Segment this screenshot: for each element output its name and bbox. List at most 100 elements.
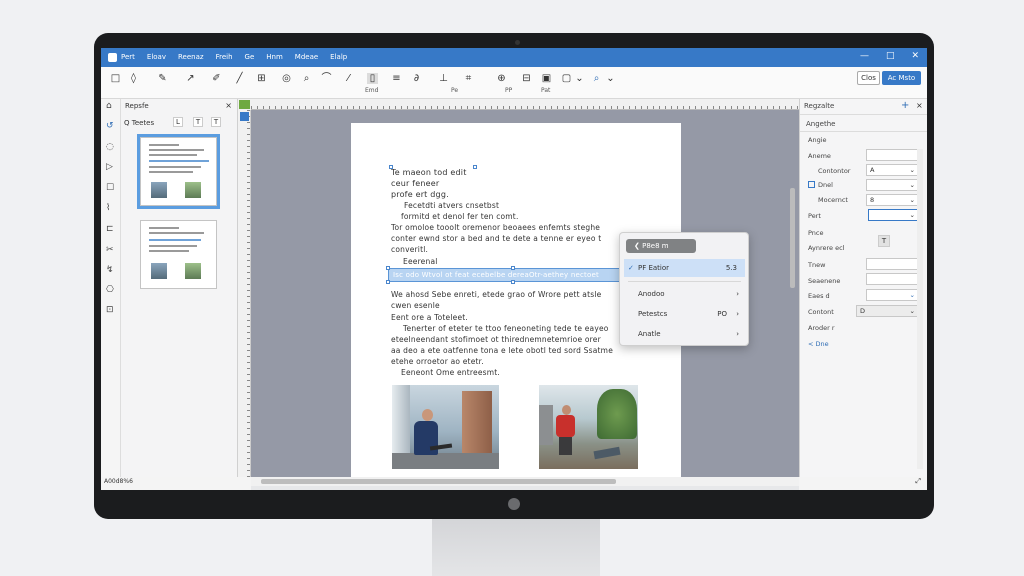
curve-icon[interactable]: ⌒ xyxy=(321,73,332,84)
scroll-thumb[interactable] xyxy=(261,479,616,484)
selection-handle[interactable] xyxy=(386,280,390,284)
primary-action-button[interactable]: Ac Msto xyxy=(882,71,921,85)
back-link[interactable]: < Dne xyxy=(808,340,829,348)
thumbnail-tool[interactable]: T xyxy=(193,117,203,127)
doc-text[interactable]: etehe orroetor ao etetr. xyxy=(391,357,484,366)
doc-text[interactable]: aa deo a ete oatfenne tona e lete obotl … xyxy=(391,346,613,355)
selection-handle[interactable] xyxy=(389,165,393,169)
draw-rail-icon[interactable]: ↯ xyxy=(106,265,116,275)
pages-icon[interactable]: ⌂ xyxy=(106,101,116,111)
pen-icon[interactable]: ✎ xyxy=(157,73,168,84)
doc-text[interactable]: conter ewnd stor a bed and te dete a ten… xyxy=(391,234,601,243)
menu-item[interactable]: Reenaz xyxy=(178,53,204,61)
attach-icon[interactable]: ⌇ xyxy=(106,203,116,213)
doc-text[interactable]: eteelneendant stofimoet ot thirednemnete… xyxy=(391,335,601,344)
doc-text[interactable]: Fecetdti atvers cnsetbst xyxy=(404,201,499,210)
add-icon[interactable]: + xyxy=(901,100,909,111)
menu-item-pdf-editor[interactable]: ✓ PF Eatior 5.3 xyxy=(624,259,745,277)
prop-dropdown[interactable]: 8 ⌄ xyxy=(866,194,919,206)
photo-man-laptop[interactable] xyxy=(392,385,499,469)
pointer-icon[interactable]: ▷ xyxy=(106,162,116,172)
doc-text[interactable]: We ahosd Sebe enreti, etede grao of Wror… xyxy=(391,290,601,299)
cut-icon[interactable]: ✂ xyxy=(106,245,116,255)
layers-icon[interactable]: ⊕ xyxy=(496,73,507,84)
brush-icon[interactable]: ◊ xyxy=(128,73,139,84)
zoom-icon[interactable]: ⌕ xyxy=(591,73,602,84)
align-icon[interactable]: ≡ xyxy=(391,73,402,84)
prop-field[interactable] xyxy=(866,258,919,270)
stamp-icon[interactable]: ◎ xyxy=(281,73,292,84)
prop-dropdown[interactable]: ⌄ xyxy=(866,179,919,191)
layout-icon[interactable]: ⊏ xyxy=(106,224,116,234)
close-window-button[interactable]: ✕ xyxy=(911,51,919,61)
edit-icon[interactable]: ↺ xyxy=(106,121,116,131)
doc-text[interactable]: Te maeon tod edit xyxy=(391,168,467,177)
link-icon[interactable]: ∂ xyxy=(411,73,422,84)
menu-item[interactable]: Eloav xyxy=(147,53,166,61)
comment-icon[interactable]: ◌ xyxy=(106,142,116,152)
menu-item[interactable]: Elalp xyxy=(330,53,347,61)
selected-text[interactable]: Isc odo Wtvol ot feat ecebelbe dereaOtr-… xyxy=(393,271,599,279)
chart-icon[interactable]: ⊥ xyxy=(438,73,449,84)
frame-icon[interactable]: ▢ xyxy=(561,73,572,84)
thumbnail-tool[interactable]: L xyxy=(173,117,183,127)
doc-text[interactable]: formitd et denol fer ten comt. xyxy=(401,212,519,221)
thumbnail-tool[interactable]: T xyxy=(211,117,221,127)
menu-item[interactable]: Ge xyxy=(245,53,255,61)
photo-person-red[interactable] xyxy=(539,385,638,469)
menu-item-anatle[interactable]: Anatle › xyxy=(624,325,745,343)
menu-item[interactable]: Mdeae xyxy=(295,53,318,61)
context-menu-header[interactable]: ❮ P8e8 m xyxy=(626,239,696,253)
selection-handle[interactable] xyxy=(511,280,515,284)
close-panel-icon[interactable]: × xyxy=(916,101,923,110)
doc-text[interactable]: profe ert dgg. xyxy=(391,190,449,199)
hand-icon[interactable]: ☐ xyxy=(106,183,116,193)
selection-handle[interactable] xyxy=(386,266,390,270)
wand-icon[interactable]: ⁄ xyxy=(343,73,354,84)
doc-text[interactable]: Eeerenal xyxy=(403,257,438,266)
search-icon[interactable]: ⌕ xyxy=(301,73,312,84)
expand-icon[interactable]: ⤢ xyxy=(915,477,921,485)
prop-dropdown[interactable]: A ⌄ xyxy=(866,164,919,176)
stamp-rail-icon[interactable]: ⎔ xyxy=(106,285,116,295)
horizontal-scrollbar[interactable] xyxy=(251,477,799,486)
selection-handle[interactable] xyxy=(511,266,515,270)
doc-text[interactable]: Tenerter of eteter te ttoo feneoneting t… xyxy=(403,324,609,333)
prop-field[interactable] xyxy=(866,149,919,161)
menu-item[interactable]: Pert xyxy=(121,53,135,61)
thumbnail-tab[interactable]: Q Teetes xyxy=(124,119,154,127)
maximize-button[interactable]: □ xyxy=(886,51,895,61)
align-toggle-icon[interactable]: T xyxy=(878,235,890,247)
selection-handle[interactable] xyxy=(473,165,477,169)
menu-item[interactable]: Freih xyxy=(216,53,233,61)
dropdown-chevron-icon[interactable]: ⌄ xyxy=(605,73,616,84)
doc-text[interactable]: Eeneont Ome entreesmt. xyxy=(401,368,500,377)
doc-text[interactable]: ceur feneer xyxy=(391,179,439,188)
line-icon[interactable]: ╱ xyxy=(234,73,245,84)
prop-dropdown[interactable]: ⌄ xyxy=(868,209,919,221)
prop-dropdown[interactable]: ⌄ xyxy=(866,289,919,301)
doc-text[interactable]: cwen esenle xyxy=(391,301,440,310)
draw-icon[interactable]: ↗ xyxy=(185,73,196,84)
page-thumbnail-1[interactable] xyxy=(137,134,220,209)
prop-field[interactable] xyxy=(866,273,919,285)
menu-item-anodoo[interactable]: Anodoo › xyxy=(624,285,745,303)
select-icon[interactable]: ▯ xyxy=(367,73,378,84)
minimize-button[interactable]: — xyxy=(860,51,869,61)
checkbox[interactable] xyxy=(808,181,815,188)
new-file-icon[interactable]: □ xyxy=(110,73,121,84)
crop-icon[interactable]: ⌗ xyxy=(463,73,474,84)
doc-text[interactable]: Tor omoloe tooolt oremenor beoaees enfem… xyxy=(391,223,600,232)
panel-scrollbar[interactable] xyxy=(917,149,923,469)
dropdown-chevron-icon[interactable]: ⌄ xyxy=(574,73,585,84)
prop-dropdown[interactable]: D ⌄ xyxy=(856,305,919,317)
close-panel-icon[interactable]: × xyxy=(225,101,232,110)
image-icon[interactable]: ▣ xyxy=(541,73,552,84)
measure-icon[interactable]: ⊡ xyxy=(106,305,116,315)
pencil-icon[interactable]: ✐ xyxy=(211,73,222,84)
doc-text[interactable]: converitl. xyxy=(391,245,428,254)
page-thumbnail-2[interactable] xyxy=(140,220,217,289)
menu-item[interactable]: Hnm xyxy=(266,53,283,61)
canvas-vertical-scrollbar[interactable] xyxy=(790,188,795,288)
grid-icon[interactable]: ⊞ xyxy=(256,73,267,84)
